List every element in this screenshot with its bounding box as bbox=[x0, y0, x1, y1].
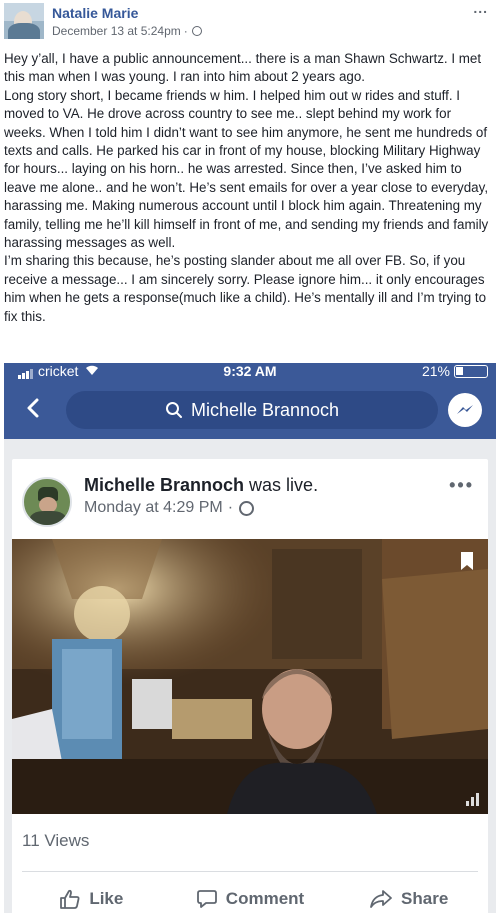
back-arrow-icon[interactable] bbox=[22, 397, 44, 419]
comment-label: Comment bbox=[225, 889, 305, 908]
search-icon bbox=[165, 402, 182, 418]
video-quality-icon[interactable] bbox=[466, 792, 480, 806]
share-button[interactable]: Share bbox=[329, 879, 488, 913]
live-video-player[interactable] bbox=[12, 539, 488, 814]
thumbs-up-icon bbox=[60, 889, 80, 909]
divider bbox=[22, 871, 478, 872]
globe-icon bbox=[239, 500, 255, 516]
card-header-text: Michelle Brannoch was live. bbox=[84, 475, 318, 496]
live-video-card: Michelle Brannoch was live. Monday at 4:… bbox=[12, 459, 488, 913]
attached-screenshot[interactable]: cricket 9:32 AM 21% Michelle Brannoch Mi… bbox=[4, 363, 496, 913]
video-frame bbox=[12, 539, 488, 814]
more-options-icon[interactable]: ••• bbox=[449, 475, 474, 496]
facebook-nav-bar: Michelle Brannoch bbox=[4, 381, 496, 439]
card-date[interactable]: Monday at 4:29 PM bbox=[84, 499, 223, 517]
share-label: Share bbox=[401, 889, 449, 908]
messenger-icon[interactable] bbox=[448, 393, 482, 427]
meta-separator: · bbox=[183, 24, 188, 38]
card-meta: Monday at 4:29 PM · bbox=[84, 499, 255, 517]
phone-status-bar: cricket 9:32 AM 21% bbox=[4, 363, 496, 381]
author-avatar[interactable] bbox=[4, 3, 44, 39]
search-bar[interactable]: Michelle Brannoch bbox=[66, 391, 438, 429]
like-button[interactable]: Like bbox=[12, 879, 171, 913]
like-label: Like bbox=[89, 889, 124, 908]
post-date[interactable]: December 13 at 5:24pm bbox=[52, 24, 181, 38]
search-query: Michelle Brannoch bbox=[190, 399, 340, 420]
view-count: 11 Views bbox=[22, 831, 90, 850]
post-meta: December 13 at 5:24pm · bbox=[52, 24, 202, 38]
globe-icon bbox=[191, 26, 202, 36]
share-icon bbox=[370, 890, 392, 908]
comment-icon bbox=[196, 890, 217, 908]
profile-avatar[interactable] bbox=[22, 477, 72, 527]
comment-button[interactable]: Comment bbox=[171, 879, 330, 913]
author-name[interactable]: Natalie Marie bbox=[52, 5, 138, 21]
post-text: Hey y’all, I have a public announcement.… bbox=[4, 51, 489, 324]
action-bar: Like Comment Share bbox=[12, 879, 488, 913]
profile-name[interactable]: Michelle Brannoch bbox=[84, 475, 244, 495]
battery-status: 21% bbox=[422, 363, 488, 379]
battery-percent: 21% bbox=[421, 363, 450, 379]
card-meta-separator: · bbox=[227, 499, 234, 516]
more-options-icon[interactable]: ... bbox=[473, 0, 488, 16]
bookmark-icon[interactable] bbox=[460, 551, 474, 571]
live-status: was live. bbox=[249, 475, 319, 495]
battery-icon bbox=[454, 364, 488, 378]
post-header: Natalie Marie December 13 at 5:24pm · ..… bbox=[0, 0, 496, 40]
